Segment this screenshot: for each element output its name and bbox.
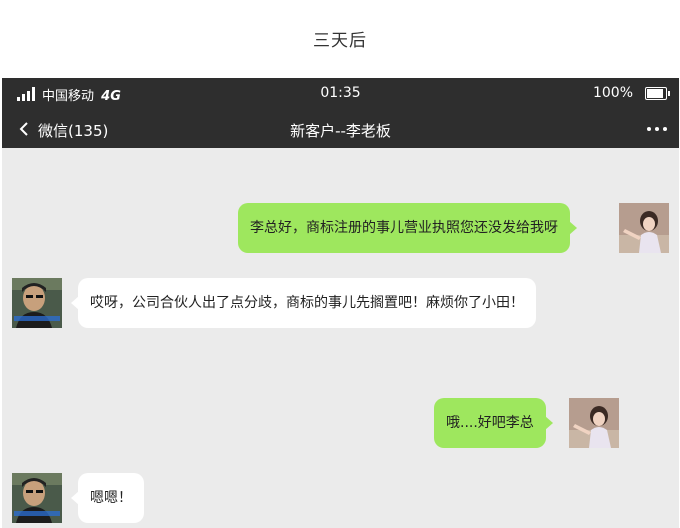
more-dots-icon[interactable] (647, 127, 667, 131)
message-bubble-incoming[interactable]: 嗯嗯！ (71, 473, 144, 523)
message-bubble-incoming[interactable]: 哎呀，公司合伙人出了点分歧，商标的事儿先搁置吧！麻烦你了小田！ (71, 278, 536, 328)
status-bar: 中国移动 4G 01:35 100% (2, 78, 679, 110)
message-bubble-outgoing[interactable]: 李总好，商标注册的事儿营业执照您还没发给我呀 (238, 203, 577, 253)
battery-fill (647, 89, 663, 98)
chat-title: 新客户--李老板 (290, 122, 391, 140)
battery-percent: 100% (592, 85, 633, 101)
contact-avatar[interactable] (12, 278, 62, 328)
self-avatar[interactable] (569, 398, 619, 448)
caption: 三天后 (313, 31, 367, 51)
battery-icon (645, 87, 670, 100)
self-avatar[interactable] (619, 203, 669, 253)
nav-bar: 微信(135) 新客户--李老板 (2, 110, 679, 148)
chat-screen: 中国移动 4G 01:35 100% 微信(135) 新客户--李老板 李总好，… (2, 78, 679, 528)
contact-avatar[interactable] (12, 473, 62, 523)
status-time: 01:35 (320, 85, 361, 101)
message-bubble-outgoing[interactable]: 哦....好吧李总 (434, 398, 553, 448)
